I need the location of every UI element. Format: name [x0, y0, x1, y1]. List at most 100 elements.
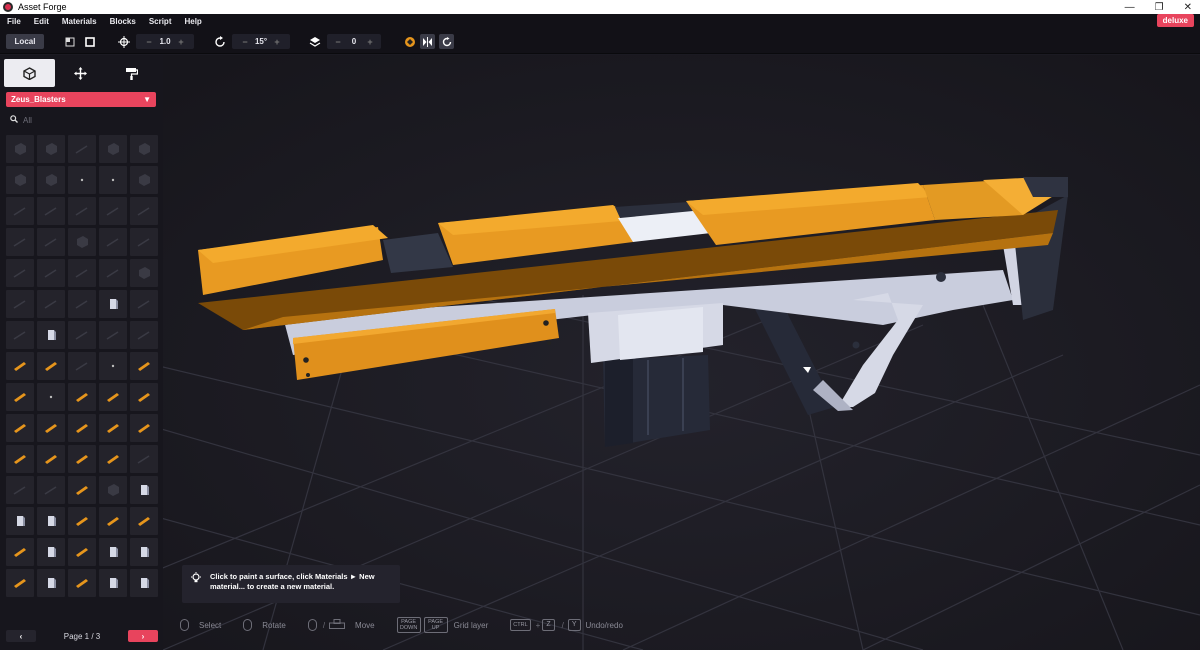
block-thumbnail[interactable] — [68, 259, 96, 287]
next-page-button[interactable]: › — [127, 630, 158, 642]
block-thumbnail[interactable] — [37, 445, 65, 473]
block-thumbnail[interactable] — [130, 476, 158, 504]
block-thumbnail[interactable] — [130, 290, 158, 318]
block-thumbnail[interactable] — [6, 197, 34, 225]
mirror-icon[interactable] — [420, 34, 435, 49]
move-step-increase[interactable]: + — [174, 37, 188, 47]
search-input[interactable] — [23, 115, 143, 125]
block-thumbnail[interactable] — [6, 476, 34, 504]
menu-edit[interactable]: Edit — [34, 17, 49, 26]
scene-canvas[interactable] — [163, 55, 1200, 650]
block-thumbnail[interactable] — [99, 135, 127, 163]
block-thumbnail[interactable] — [130, 321, 158, 349]
block-thumbnail[interactable] — [130, 166, 158, 194]
grid-layer-decrease[interactable]: − — [331, 37, 345, 47]
block-thumbnail[interactable] — [37, 383, 65, 411]
block-thumbnail[interactable] — [37, 414, 65, 442]
grid-layer-stepper[interactable]: − 0 + — [327, 34, 381, 49]
block-thumbnail[interactable] — [37, 166, 65, 194]
block-thumbnail[interactable] — [68, 135, 96, 163]
block-thumbnail[interactable] — [37, 569, 65, 597]
block-thumbnail[interactable] — [68, 290, 96, 318]
block-thumbnail[interactable] — [68, 321, 96, 349]
deluxe-badge[interactable]: deluxe — [1156, 14, 1194, 27]
block-thumbnail[interactable] — [99, 476, 127, 504]
block-thumbnail[interactable] — [37, 135, 65, 163]
rotate-step-increase[interactable]: + — [270, 37, 284, 47]
block-thumbnail[interactable] — [99, 197, 127, 225]
block-thumbnail[interactable] — [6, 414, 34, 442]
block-thumbnail[interactable] — [37, 352, 65, 380]
block-thumbnail[interactable] — [130, 228, 158, 256]
block-thumbnail[interactable] — [99, 352, 127, 380]
block-thumbnail[interactable] — [6, 445, 34, 473]
block-thumbnail[interactable] — [68, 445, 96, 473]
menu-script[interactable]: Script — [149, 17, 172, 26]
block-thumbnail[interactable] — [37, 259, 65, 287]
menu-blocks[interactable]: Blocks — [110, 17, 136, 26]
block-thumbnail[interactable] — [68, 538, 96, 566]
block-thumbnail[interactable] — [99, 259, 127, 287]
minimize-button[interactable]: — — [1125, 2, 1135, 13]
block-thumbnail[interactable] — [130, 383, 158, 411]
block-thumbnail[interactable] — [99, 290, 127, 318]
block-thumbnail[interactable] — [37, 538, 65, 566]
block-thumbnail[interactable] — [99, 228, 127, 256]
block-thumbnail[interactable] — [6, 228, 34, 256]
tab-transform[interactable] — [55, 59, 106, 87]
block-thumbnail[interactable] — [99, 414, 127, 442]
close-button[interactable]: ✕ — [1184, 2, 1192, 13]
block-thumbnail[interactable] — [99, 445, 127, 473]
block-thumbnail[interactable] — [130, 414, 158, 442]
block-thumbnail[interactable] — [68, 414, 96, 442]
block-thumbnail[interactable] — [68, 569, 96, 597]
block-thumbnail[interactable] — [99, 321, 127, 349]
block-thumbnail[interactable] — [99, 166, 127, 194]
block-thumbnail[interactable] — [37, 507, 65, 535]
block-thumbnail[interactable] — [6, 290, 34, 318]
block-thumbnail[interactable] — [68, 228, 96, 256]
block-thumbnail[interactable] — [130, 445, 158, 473]
block-thumbnail[interactable] — [6, 383, 34, 411]
tab-blocks[interactable] — [4, 59, 55, 87]
block-thumbnail[interactable] — [99, 383, 127, 411]
block-thumbnail[interactable] — [130, 538, 158, 566]
move-step-stepper[interactable]: − 1.0 + — [136, 34, 194, 49]
block-thumbnail[interactable] — [6, 259, 34, 287]
local-space-button[interactable]: Local — [6, 34, 44, 49]
bounding-box-icon[interactable] — [84, 34, 96, 49]
category-dropdown[interactable]: Zeus_Blasters ▼ — [6, 92, 156, 107]
block-thumbnail[interactable] — [99, 569, 127, 597]
move-step-decrease[interactable]: − — [142, 37, 156, 47]
block-thumbnail[interactable] — [130, 507, 158, 535]
block-thumbnail[interactable] — [99, 538, 127, 566]
block-thumbnail[interactable] — [6, 569, 34, 597]
3d-viewport[interactable] — [163, 55, 1200, 650]
block-thumbnail[interactable] — [130, 569, 158, 597]
block-thumbnail[interactable] — [6, 507, 34, 535]
block-thumbnail[interactable] — [6, 135, 34, 163]
block-thumbnail[interactable] — [68, 197, 96, 225]
menu-file[interactable]: File — [7, 17, 21, 26]
rotate-step-stepper[interactable]: − 15° + — [232, 34, 290, 49]
block-thumbnail[interactable] — [6, 352, 34, 380]
block-thumbnail[interactable] — [130, 135, 158, 163]
block-thumbnail[interactable] — [130, 352, 158, 380]
block-thumbnail[interactable] — [68, 352, 96, 380]
block-thumbnail[interactable] — [37, 476, 65, 504]
menu-materials[interactable]: Materials — [62, 17, 97, 26]
prev-page-button[interactable]: ‹ — [6, 630, 36, 642]
pivot-icon[interactable] — [403, 34, 417, 49]
snap-grid-icon[interactable] — [64, 34, 76, 49]
block-thumbnail[interactable] — [68, 476, 96, 504]
block-thumbnail[interactable] — [68, 166, 96, 194]
reset-rotation-icon[interactable] — [439, 34, 454, 49]
block-thumbnail[interactable] — [130, 259, 158, 287]
grid-layer-increase[interactable]: + — [363, 37, 377, 47]
block-thumbnail[interactable] — [130, 197, 158, 225]
block-thumbnail[interactable] — [68, 383, 96, 411]
block-thumbnail[interactable] — [37, 321, 65, 349]
menu-help[interactable]: Help — [184, 17, 201, 26]
tab-paint[interactable] — [106, 59, 157, 87]
rotate-step-decrease[interactable]: − — [238, 37, 252, 47]
